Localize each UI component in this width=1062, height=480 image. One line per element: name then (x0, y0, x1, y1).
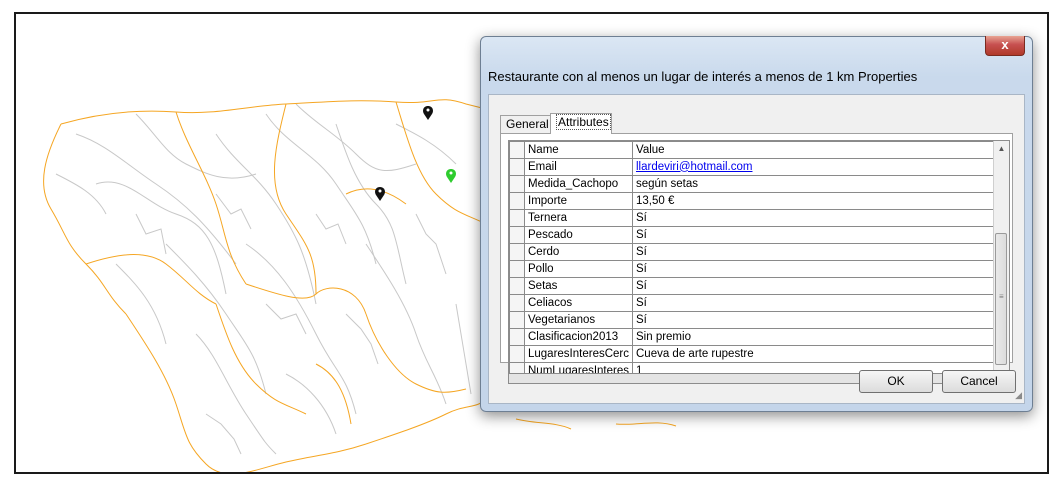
table-row[interactable]: Celiacos Sí (509, 294, 998, 312)
attribute-name: Clasificacion2013 (524, 328, 633, 346)
vertical-scrollbar[interactable]: ▲ ≡ ▼ (993, 141, 1009, 383)
row-selector[interactable] (509, 345, 525, 363)
table-row[interactable]: Medida_Cachopo según setas (509, 175, 998, 193)
attribute-name: Cerdo (524, 243, 633, 261)
table-row[interactable]: Clasificacion2013 Sin premio (509, 328, 998, 346)
row-selector-header (509, 141, 525, 159)
map-pin-icon[interactable] (375, 187, 385, 201)
map-pin-icon[interactable] (423, 106, 433, 120)
row-selector[interactable] (509, 311, 525, 329)
row-selector[interactable] (509, 192, 525, 210)
ok-button[interactable]: OK (859, 370, 933, 393)
dialog-body: General Attributes Name Value Email llar… (488, 94, 1025, 404)
table-header-row: Name Value (509, 141, 998, 159)
attribute-value[interactable]: Sí (632, 277, 998, 295)
attribute-value[interactable]: Sí (632, 209, 998, 227)
resize-grip-icon[interactable]: ◢ (1015, 390, 1022, 401)
row-selector[interactable] (509, 294, 525, 312)
tab-attributes-label: Attributes (556, 114, 611, 130)
row-selector[interactable] (509, 243, 525, 261)
row-selector[interactable] (509, 226, 525, 244)
attribute-name: Celiacos (524, 294, 633, 312)
attributes-panel: Name Value Email llardeviri@hotmail.com (500, 133, 1013, 384)
attribute-name: Pollo (524, 260, 633, 278)
row-selector[interactable] (509, 175, 525, 193)
close-button[interactable]: x (985, 36, 1025, 56)
table-row[interactable]: LugaresInteresCerc Cueva de arte rupestr… (509, 345, 998, 363)
row-selector[interactable] (509, 158, 525, 176)
attributes-grid[interactable]: Name Value Email llardeviri@hotmail.com (508, 140, 1010, 384)
attribute-value[interactable]: Sí (632, 226, 998, 244)
scroll-up-arrow-icon[interactable]: ▲ (994, 141, 1009, 157)
attribute-name: Importe (524, 192, 633, 210)
attributes-table: Name Value Email llardeviri@hotmail.com (509, 141, 998, 380)
attribute-name: LugaresInteresCerc (524, 345, 633, 363)
attribute-value[interactable]: llardeviri@hotmail.com (632, 158, 998, 176)
scrollbar-thumb[interactable]: ≡ (995, 233, 1007, 365)
attribute-value[interactable]: Cueva de arte rupestre (632, 345, 998, 363)
attribute-name: Pescado (524, 226, 633, 244)
attribute-value[interactable]: según setas (632, 175, 998, 193)
table-row[interactable]: Email llardeviri@hotmail.com (509, 158, 998, 176)
properties-dialog: Restaurante con al menos un lugar de int… (480, 36, 1033, 412)
table-row[interactable]: Ternera Sí (509, 209, 998, 227)
email-link[interactable]: llardeviri@hotmail.com (636, 161, 752, 173)
column-header-name[interactable]: Name (524, 141, 633, 159)
tab-general[interactable]: General (500, 115, 552, 133)
grip-icon: ≡ (999, 292, 1004, 301)
cancel-button[interactable]: Cancel (942, 370, 1016, 393)
table-row[interactable]: Setas Sí (509, 277, 998, 295)
attribute-value[interactable]: Sí (632, 311, 998, 329)
attribute-value[interactable]: Sí (632, 260, 998, 278)
tab-attributes[interactable]: Attributes (550, 113, 612, 134)
table-row[interactable]: Pollo Sí (509, 260, 998, 278)
map-pin-icon[interactable] (446, 169, 456, 183)
tab-general-label: General (506, 117, 549, 131)
attribute-name: Medida_Cachopo (524, 175, 633, 193)
row-selector[interactable] (509, 277, 525, 295)
row-selector[interactable] (509, 328, 525, 346)
attribute-name: Setas (524, 277, 633, 295)
column-header-value[interactable]: Value (632, 141, 998, 159)
attribute-name: Ternera (524, 209, 633, 227)
table-row[interactable]: Cerdo Sí (509, 243, 998, 261)
attribute-name: Email (524, 158, 633, 176)
river-network (55, 103, 472, 455)
attribute-value[interactable]: 13,50 € (632, 192, 998, 210)
dialog-title: Restaurante con al menos un lugar de int… (488, 69, 918, 84)
table-row[interactable]: Vegetarianos Sí (509, 311, 998, 329)
attribute-name: Vegetarianos (524, 311, 633, 329)
table-row[interactable]: Pescado Sí (509, 226, 998, 244)
attribute-value[interactable]: Sí (632, 243, 998, 261)
table-row[interactable]: Importe 13,50 € (509, 192, 998, 210)
attribute-value[interactable]: Sin premio (632, 328, 998, 346)
attribute-value[interactable]: Sí (632, 294, 998, 312)
row-selector[interactable] (509, 209, 525, 227)
row-selector[interactable] (509, 260, 525, 278)
